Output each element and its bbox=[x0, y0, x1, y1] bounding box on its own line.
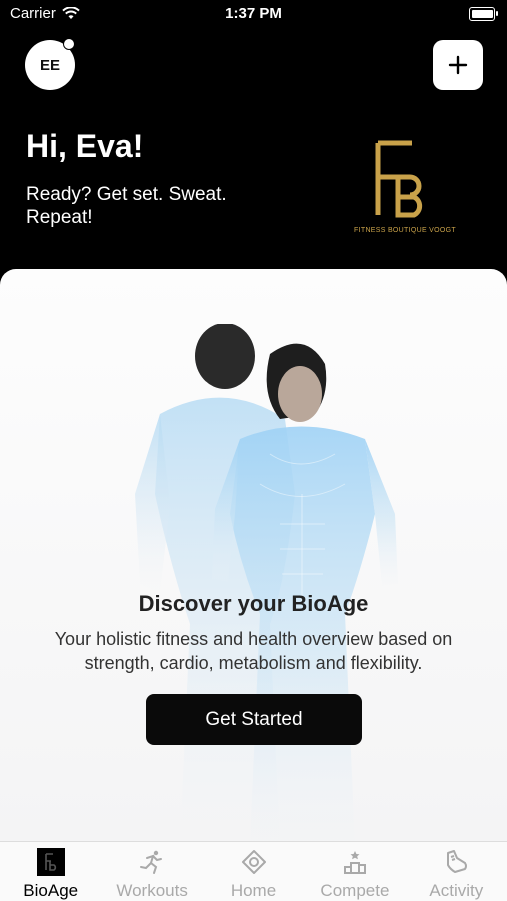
status-bar: Carrier 1:37 PM bbox=[0, 0, 507, 28]
tab-label: Home bbox=[230, 881, 277, 900]
greeting: Hi, Eva! bbox=[26, 128, 144, 164]
tab-workouts[interactable]: Workouts bbox=[101, 842, 202, 901]
running-person-icon bbox=[138, 848, 166, 876]
tab-bioage[interactable]: BioAge bbox=[0, 842, 101, 901]
tab-activity[interactable]: Activity bbox=[406, 842, 507, 901]
fitness-boutique-logo bbox=[375, 140, 423, 218]
plus-icon bbox=[448, 55, 468, 75]
tagline: Ready? Get set. Sweat. Repeat! bbox=[26, 184, 227, 228]
home-target-icon bbox=[240, 848, 268, 876]
bioage-card: Discover your BioAge Your holistic fitne… bbox=[0, 269, 507, 841]
tab-label: Workouts bbox=[116, 881, 188, 900]
logo-text: FITNESS BOUTIQUE VOOGT bbox=[354, 227, 456, 234]
clock: 1:37 PM bbox=[225, 5, 282, 22]
tab-label: Compete bbox=[320, 881, 390, 900]
podium-icon bbox=[341, 848, 369, 876]
get-started-button[interactable]: Get Started bbox=[146, 694, 362, 745]
add-button[interactable] bbox=[433, 40, 483, 90]
battery-icon bbox=[469, 7, 498, 21]
tab-compete[interactable]: Compete bbox=[304, 842, 405, 901]
avatar[interactable]: EE bbox=[25, 38, 75, 90]
tab-label: BioAge bbox=[23, 881, 79, 900]
tab-home[interactable]: Home bbox=[203, 842, 304, 901]
tab-label: Activity bbox=[429, 881, 484, 900]
activity-shoe-icon bbox=[442, 848, 470, 876]
bioage-logo-icon bbox=[36, 848, 65, 876]
card-title: Discover your BioAge bbox=[138, 591, 369, 616]
notification-dot bbox=[63, 38, 75, 50]
avatar-initials: EE bbox=[39, 56, 60, 74]
card-description: Your holistic fitness and health overvie… bbox=[54, 629, 453, 673]
tab-bar: BioAge Workouts Home Compete Activity bbox=[0, 841, 507, 901]
anatomy-hero-image bbox=[135, 324, 398, 841]
